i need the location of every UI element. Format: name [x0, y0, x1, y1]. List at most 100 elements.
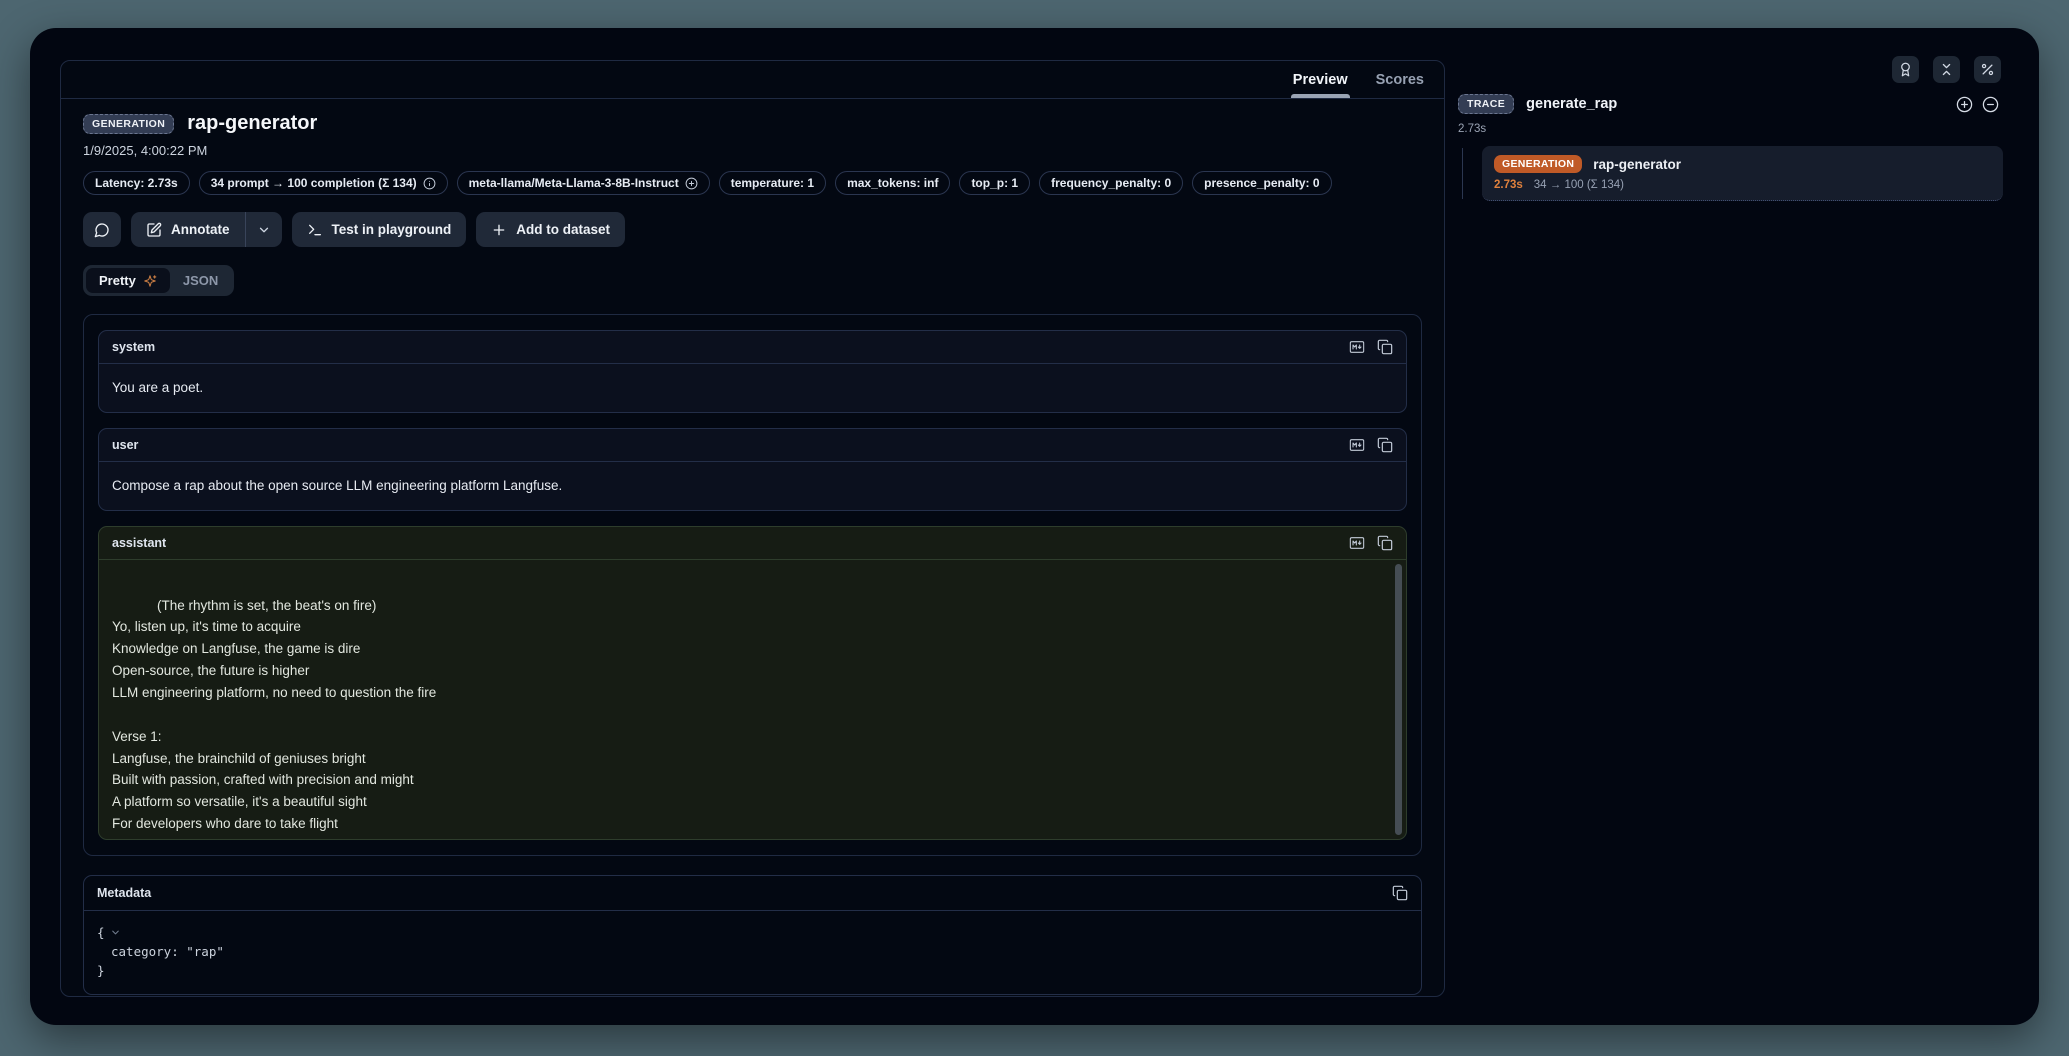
generation-type-badge: GENERATION [83, 114, 174, 134]
markdown-icon[interactable] [1349, 535, 1365, 551]
action-toolbar: Annotate Test in playground Add to datas… [83, 212, 1422, 247]
message-role-label: assistant [112, 536, 166, 550]
scrollbar[interactable] [1395, 564, 1402, 835]
add-to-dataset-label: Add to dataset [516, 222, 610, 237]
user-message-header: user [99, 429, 1406, 462]
json-close-line: } [97, 961, 1408, 980]
trace-header-row[interactable]: TRACE generate_rap [1458, 94, 2003, 114]
metrics-toggle-button[interactable] [1974, 56, 2001, 83]
user-message-card: user Compose a rap about the open source… [98, 428, 1407, 511]
collapse-all-icon[interactable] [1982, 96, 1999, 113]
observation-timestamp: 1/9/2025, 4:00:22 PM [83, 143, 1422, 158]
tree-item-generation[interactable]: GENERATION rap-generator 2.73s 34 → 100 … [1482, 146, 2003, 201]
observation-badges-row: Latency: 2.73s 34 prompt → 100 completio… [83, 171, 1422, 195]
tab-scores-label: Scores [1376, 72, 1424, 88]
max-tokens-badge: max_tokens: inf [835, 171, 950, 195]
tree-item-meta: 2.73s 34 → 100 (Σ 134) [1494, 179, 1991, 191]
chevrons-down-up-icon [1939, 62, 1954, 77]
copy-icon[interactable] [1392, 885, 1408, 901]
pretty-json-toggle: Pretty JSON [83, 265, 234, 296]
user-message-content: Compose a rap about the open source LLM … [99, 462, 1406, 510]
terminal-icon [307, 222, 323, 238]
active-tab-underline [1291, 94, 1350, 98]
toggle-pretty-label: Pretty [99, 273, 136, 288]
tree-item-name: rap-generator [1593, 157, 1681, 172]
copy-icon[interactable] [1377, 437, 1393, 453]
metadata-json: { category: "rap" } [84, 911, 1421, 994]
test-in-playground-label: Test in playground [332, 222, 452, 237]
system-message-header: system [99, 331, 1406, 364]
sparkles-icon [143, 274, 157, 288]
observation-tree: GENERATION rap-generator 2.73s 34 → 100 … [1458, 146, 2003, 201]
system-message-card: system You are a poet. [98, 330, 1407, 413]
trace-name: generate_rap [1526, 96, 1617, 112]
annotate-scores-button[interactable] [1892, 56, 1919, 83]
system-message-content: You are a poet. [99, 364, 1406, 412]
presence-penalty-badge: presence_penalty: 0 [1192, 171, 1331, 195]
message-actions [1349, 339, 1393, 355]
window-actions [1892, 56, 2001, 83]
message-role-label: system [112, 340, 155, 354]
tab-preview[interactable]: Preview [1293, 61, 1348, 98]
tree-item-duration: 2.73s [1494, 179, 1523, 191]
info-icon [423, 177, 436, 190]
tree-controls [1956, 96, 1999, 113]
json-entry-line: category: "rap" [97, 942, 1408, 961]
top-p-badge: top_p: 1 [959, 171, 1030, 195]
copy-icon[interactable] [1377, 535, 1393, 551]
metadata-card: Metadata { category: "rap" } [83, 875, 1422, 995]
assistant-message-card: assistant (The rhythm is set, the beat's… [98, 526, 1407, 840]
collapse-chevron-icon[interactable] [110, 927, 121, 938]
edit-pen-icon [146, 222, 162, 238]
detail-tabs: Preview Scores [61, 61, 1444, 99]
expand-all-icon[interactable] [1956, 96, 1973, 113]
tree-indent-line [1462, 148, 1463, 199]
comment-button[interactable] [83, 212, 121, 247]
message-role-label: user [112, 438, 138, 452]
tab-scores[interactable]: Scores [1376, 61, 1424, 98]
annotate-dropdown-button[interactable] [245, 212, 282, 247]
metadata-title: Metadata [97, 886, 151, 900]
circle-plus-icon [685, 177, 698, 190]
observation-detail-panel: Preview Scores GENERATION rap-generator … [60, 60, 1445, 997]
toggle-json-label: JSON [183, 273, 218, 288]
annotate-split-button: Annotate [131, 212, 282, 247]
model-badge[interactable]: meta-llama/Meta-Llama-3-8B-Instruct [457, 171, 710, 195]
test-in-playground-button[interactable]: Test in playground [292, 212, 467, 247]
trace-duration: 2.73s [1458, 123, 2003, 135]
tree-item-header: GENERATION rap-generator [1494, 155, 1991, 173]
collapse-panel-button[interactable] [1933, 56, 1960, 83]
trace-type-badge: TRACE [1458, 94, 1514, 114]
latency-badge: Latency: 2.73s [83, 171, 190, 195]
panel-body: GENERATION rap-generator 1/9/2025, 4:00:… [61, 99, 1444, 995]
markdown-icon[interactable] [1349, 437, 1365, 453]
add-to-dataset-button[interactable]: Add to dataset [476, 212, 625, 247]
observation-title-row: GENERATION rap-generator [83, 112, 1422, 135]
assistant-message-header: assistant [99, 527, 1406, 560]
app-window: Preview Scores GENERATION rap-generator … [30, 28, 2039, 1025]
io-container: system You are a poet. user [83, 314, 1422, 856]
percent-icon [1980, 62, 1995, 77]
assistant-message-text: (The rhythm is set, the beat's on fire) … [112, 598, 436, 839]
speech-bubble-icon [94, 222, 110, 238]
token-usage-badge[interactable]: 34 prompt → 100 completion (Σ 134) [199, 171, 448, 195]
tree-item-tokens: 34 → 100 (Σ 134) [1534, 179, 1624, 191]
json-open-line: { [97, 923, 1408, 942]
toggle-json[interactable]: JSON [170, 268, 231, 293]
frequency-penalty-badge: frequency_penalty: 0 [1039, 171, 1183, 195]
annotate-button[interactable]: Annotate [131, 212, 245, 247]
chevron-down-icon [257, 223, 271, 237]
message-actions [1349, 535, 1393, 551]
message-actions [1349, 437, 1393, 453]
assistant-message-content: (The rhythm is set, the beat's on fire) … [99, 560, 1406, 839]
page-title: rap-generator [187, 112, 317, 135]
annotate-label: Annotate [171, 222, 230, 237]
markdown-icon[interactable] [1349, 339, 1365, 355]
tab-preview-label: Preview [1293, 72, 1348, 88]
plus-icon [491, 222, 507, 238]
copy-icon[interactable] [1377, 339, 1393, 355]
temperature-badge: temperature: 1 [719, 171, 826, 195]
trace-tree-sidebar: TRACE generate_rap 2.73s GENERATION rap-… [1458, 94, 2003, 201]
metadata-header: Metadata [84, 876, 1421, 911]
toggle-pretty[interactable]: Pretty [86, 268, 170, 293]
